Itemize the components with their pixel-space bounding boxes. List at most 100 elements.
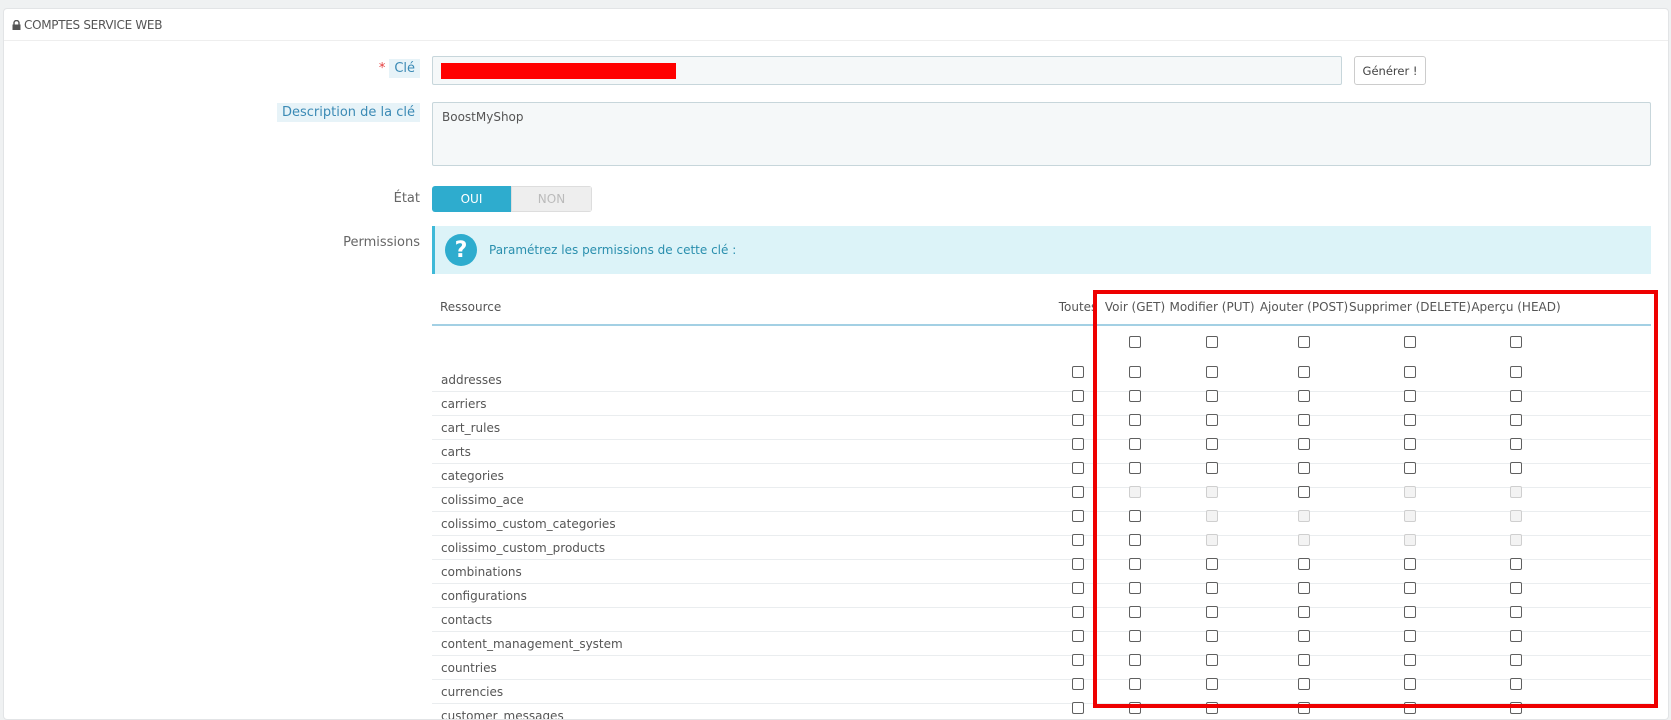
all-permission-checkbox[interactable] (1072, 582, 1084, 594)
put-permission-checkbox[interactable] (1206, 678, 1218, 690)
head-permission-checkbox[interactable] (1510, 606, 1522, 618)
state-toggle[interactable]: OUI NON (432, 186, 592, 212)
key-redaction (441, 63, 676, 79)
table-row: carriers (432, 390, 1651, 416)
put-permission-checkbox[interactable] (1206, 414, 1218, 426)
head-permission-checkbox[interactable] (1510, 438, 1522, 450)
delete-permission-checkbox[interactable] (1404, 414, 1416, 426)
description-input[interactable]: BoostMyShop (432, 102, 1651, 166)
head-permission-checkbox[interactable] (1510, 414, 1522, 426)
all-permission-checkbox[interactable] (1072, 390, 1084, 402)
all-permission-checkbox[interactable] (1072, 630, 1084, 642)
put-permission-checkbox[interactable] (1206, 366, 1218, 378)
all-permission-checkbox[interactable] (1072, 438, 1084, 450)
all-permission-checkbox[interactable] (1072, 486, 1084, 498)
head-permission-checkbox[interactable] (1510, 654, 1522, 666)
all-permission-checkbox[interactable] (1072, 366, 1084, 378)
get-permission-checkbox[interactable] (1129, 582, 1141, 594)
all-permission-checkbox[interactable] (1072, 678, 1084, 690)
select-all-put-checkbox[interactable] (1206, 336, 1218, 348)
post-permission-checkbox[interactable] (1298, 462, 1310, 474)
select-all-delete-checkbox[interactable] (1404, 336, 1416, 348)
get-permission-checkbox[interactable] (1129, 702, 1141, 714)
table-row: currencies (432, 678, 1651, 704)
all-permission-checkbox[interactable] (1072, 462, 1084, 474)
head-permission-checkbox[interactable] (1510, 702, 1522, 714)
head-permission-checkbox[interactable] (1510, 366, 1522, 378)
put-permission-checkbox[interactable] (1206, 654, 1218, 666)
get-permission-checkbox[interactable] (1129, 678, 1141, 690)
head-permission-checkbox (1510, 486, 1522, 498)
all-permission-checkbox[interactable] (1072, 606, 1084, 618)
delete-permission-checkbox[interactable] (1404, 390, 1416, 402)
select-all-head-checkbox[interactable] (1510, 336, 1522, 348)
table-row: contacts (432, 606, 1651, 632)
delete-permission-checkbox[interactable] (1404, 630, 1416, 642)
get-permission-checkbox[interactable] (1129, 630, 1141, 642)
post-permission-checkbox[interactable] (1298, 630, 1310, 642)
all-permission-checkbox[interactable] (1072, 558, 1084, 570)
post-permission-checkbox[interactable] (1298, 486, 1310, 498)
delete-permission-checkbox[interactable] (1404, 702, 1416, 714)
get-permission-checkbox[interactable] (1129, 558, 1141, 570)
delete-permission-checkbox[interactable] (1404, 582, 1416, 594)
put-permission-checkbox[interactable] (1206, 702, 1218, 714)
post-permission-checkbox[interactable] (1298, 390, 1310, 402)
state-on-option[interactable]: OUI (432, 186, 511, 212)
resource-name: colissimo_custom_products (441, 541, 606, 555)
key-label-text: Clé (389, 59, 420, 78)
put-permission-checkbox[interactable] (1206, 606, 1218, 618)
delete-permission-checkbox[interactable] (1404, 558, 1416, 570)
get-permission-checkbox[interactable] (1129, 654, 1141, 666)
put-permission-checkbox[interactable] (1206, 558, 1218, 570)
post-permission-checkbox[interactable] (1298, 366, 1310, 378)
required-marker: * (378, 61, 386, 76)
all-permission-checkbox[interactable] (1072, 510, 1084, 522)
post-permission-checkbox[interactable] (1298, 414, 1310, 426)
all-permission-checkbox[interactable] (1072, 414, 1084, 426)
get-permission-checkbox[interactable] (1129, 390, 1141, 402)
delete-permission-checkbox[interactable] (1404, 654, 1416, 666)
post-permission-checkbox[interactable] (1298, 558, 1310, 570)
head-permission-checkbox[interactable] (1510, 390, 1522, 402)
get-permission-checkbox[interactable] (1129, 438, 1141, 450)
get-permission-checkbox[interactable] (1129, 462, 1141, 474)
head-permission-checkbox[interactable] (1510, 630, 1522, 642)
all-permission-checkbox[interactable] (1072, 702, 1084, 714)
head-permission-checkbox[interactable] (1510, 558, 1522, 570)
select-all-get-checkbox[interactable] (1129, 336, 1141, 348)
state-off-option[interactable]: NON (511, 186, 592, 212)
delete-permission-checkbox[interactable] (1404, 438, 1416, 450)
post-permission-checkbox[interactable] (1298, 702, 1310, 714)
delete-permission-checkbox[interactable] (1404, 606, 1416, 618)
put-permission-checkbox[interactable] (1206, 630, 1218, 642)
delete-permission-checkbox (1404, 534, 1416, 546)
all-permission-checkbox[interactable] (1072, 654, 1084, 666)
delete-permission-checkbox[interactable] (1404, 462, 1416, 474)
head-permission-checkbox[interactable] (1510, 678, 1522, 690)
get-permission-checkbox[interactable] (1129, 414, 1141, 426)
all-permission-checkbox[interactable] (1072, 534, 1084, 546)
table-row: colissimo_custom_products (432, 534, 1651, 560)
head-permission-checkbox[interactable] (1510, 582, 1522, 594)
post-permission-checkbox[interactable] (1298, 654, 1310, 666)
post-permission-checkbox[interactable] (1298, 606, 1310, 618)
get-permission-checkbox[interactable] (1129, 606, 1141, 618)
select-all-post-checkbox[interactable] (1298, 336, 1310, 348)
delete-permission-checkbox[interactable] (1404, 366, 1416, 378)
post-permission-checkbox[interactable] (1298, 678, 1310, 690)
put-permission-checkbox[interactable] (1206, 582, 1218, 594)
get-permission-checkbox[interactable] (1129, 534, 1141, 546)
generate-key-button[interactable]: Générer ! (1354, 56, 1426, 85)
delete-permission-checkbox[interactable] (1404, 678, 1416, 690)
permissions-label: Permissions (343, 235, 420, 250)
post-permission-checkbox[interactable] (1298, 438, 1310, 450)
put-permission-checkbox[interactable] (1206, 438, 1218, 450)
put-permission-checkbox[interactable] (1206, 462, 1218, 474)
get-permission-checkbox[interactable] (1129, 366, 1141, 378)
head-permission-checkbox[interactable] (1510, 462, 1522, 474)
post-permission-checkbox[interactable] (1298, 582, 1310, 594)
put-permission-checkbox[interactable] (1206, 390, 1218, 402)
get-permission-checkbox[interactable] (1129, 510, 1141, 522)
key-input[interactable] (432, 56, 1342, 85)
